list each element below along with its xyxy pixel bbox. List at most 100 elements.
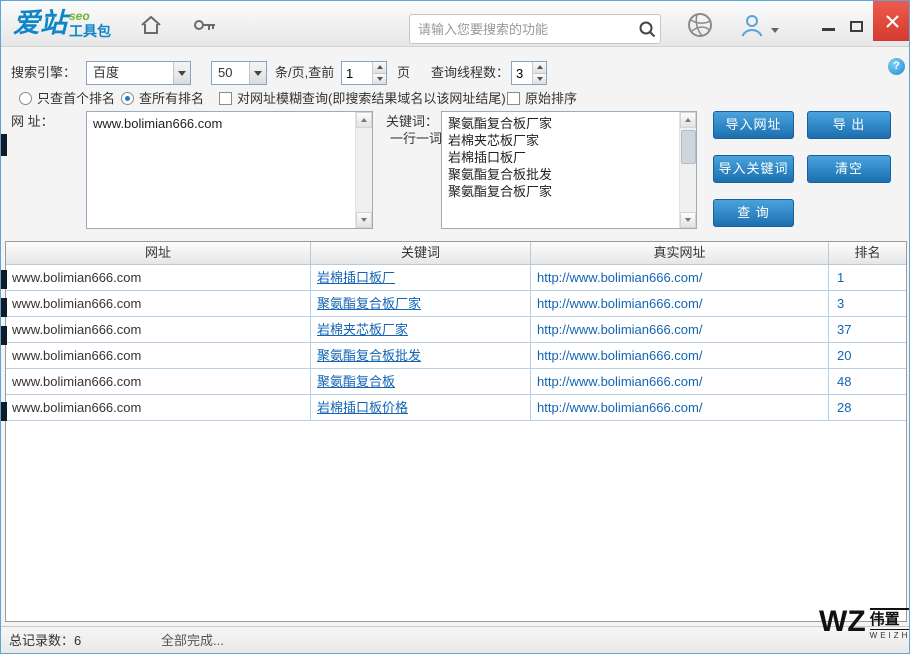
radio-all-ranks[interactable] [121,92,134,105]
threads-label: 查询线程数： [431,65,510,80]
checkbox-fuzzy-match[interactable] [219,92,232,105]
logo-text-suffix: 工具包 [69,23,111,39]
keyword-link[interactable]: 岩棉夹芯板厂家 [317,322,408,337]
real-url-link[interactable]: http://www.bolimian666.com/ [537,374,702,389]
dock-tab[interactable] [1,326,7,345]
table-row: www.bolimian666.com 岩棉夹芯板厂家 http://www.b… [6,317,906,343]
url-scrollbar[interactable] [355,112,372,228]
statusbar: 总记录数：6 全部完成... [1,626,909,653]
keyword-link[interactable]: 聚氨酯复合板厂家 [317,296,421,311]
per-page-label: 条/页,查前 [275,65,335,80]
table-row: www.bolimian666.com 聚氨酯复合板批发 http://www.… [6,343,906,369]
spin-down-icon[interactable] [533,73,546,84]
rank-cell: 1 [837,270,845,285]
url-textarea[interactable]: www.bolimian666.com [87,112,355,228]
query-button[interactable]: 查 询 [713,199,794,227]
dock-tab[interactable] [1,270,7,289]
rank-cell: 20 [837,348,852,363]
results-table: 网址 关键词 真实网址 排名 www.bolimian666.com 岩棉插口板… [5,241,907,622]
user-menu-caret-icon[interactable] [771,28,779,33]
dock-tab[interactable] [1,402,7,421]
chevron-down-icon[interactable] [173,62,190,84]
search-icon[interactable] [634,16,660,42]
keyword-label: 关键词： [386,114,439,129]
url-cell: www.bolimian666.com [6,369,311,394]
url-cell: www.bolimian666.com [6,343,311,368]
page-size-select[interactable]: 50 [211,61,267,85]
real-url-link[interactable]: http://www.bolimian666.com/ [537,270,702,285]
keywords-textarea[interactable]: 聚氨酯复合板厂家 岩棉夹芯板厂家 岩棉插口板厂 聚氨酯复合板批发 聚氨酯复合板厂… [442,112,679,228]
logo-wz-text: WZ [819,605,866,638]
home-icon[interactable] [139,14,165,38]
engine-label: 搜索引擎： [11,65,77,80]
rank-cell: 3 [837,296,845,311]
keyword-link[interactable]: 聚氨酯复合板批发 [317,348,421,363]
table-row: www.bolimian666.com 聚氨酯复合板厂家 http://www.… [6,291,906,317]
threads-stepper [511,61,547,85]
spin-up-icon[interactable] [533,62,546,74]
scrollbar-thumb[interactable] [681,130,696,164]
import-urls-button[interactable]: 导入网址 [713,111,794,139]
scroll-up-icon[interactable] [680,112,696,128]
scroll-up-icon[interactable] [356,112,372,128]
engine-selected-value: 百度 [93,65,120,80]
minimize-button[interactable] [822,28,835,31]
rank-cell: 28 [837,400,852,415]
keyword-link[interactable]: 岩棉插口板厂 [317,270,395,285]
radio-all-ranks-label: 查所有排名 [139,91,205,106]
page-size-value: 50 [218,65,233,80]
engine-select[interactable]: 百度 [86,61,191,85]
real-url-link[interactable]: http://www.bolimian666.com/ [537,400,702,415]
radio-first-rank[interactable] [19,92,32,105]
rank-cell: 37 [837,322,852,337]
threads-input[interactable] [512,62,532,84]
clear-button[interactable]: 清空 [807,155,891,183]
checkbox-original-order[interactable] [507,92,520,105]
dock-tab[interactable] [1,298,7,317]
chevron-down-icon[interactable] [249,62,266,84]
header-url: 网址 [6,242,311,264]
header-rank: 排名 [854,245,881,260]
spin-down-icon[interactable] [373,73,386,84]
export-button[interactable]: 导 出 [807,111,891,139]
scroll-down-icon[interactable] [680,212,696,228]
real-url-link[interactable]: http://www.bolimian666.com/ [537,296,702,311]
import-keywords-button[interactable]: 导入关键词 [713,155,794,183]
table-row: www.bolimian666.com 聚氨酯复合板 http://www.bo… [6,369,906,395]
checkbox-fuzzy-match-label: 对网址模糊查询(即搜索结果域名以该网址结尾) [237,91,506,106]
table-row: www.bolimian666.com 岩棉插口板价格 http://www.b… [6,395,906,421]
real-url-link[interactable]: http://www.bolimian666.com/ [537,322,702,337]
user-icon[interactable] [739,12,765,37]
page-count-stepper [341,61,387,85]
url-label: 网 址： [11,114,54,129]
keywords-scrollbar[interactable] [679,112,696,228]
spin-up-icon[interactable] [373,62,386,74]
function-search [409,14,661,44]
url-cell: www.bolimian666.com [6,291,311,316]
help-icon[interactable]: ? [888,58,905,75]
radio-first-rank-label: 只查首个排名 [37,91,116,106]
scroll-down-icon[interactable] [356,212,372,228]
page-unit-label: 页 [397,65,411,80]
page-count-input[interactable] [342,62,372,84]
url-textarea-wrap: www.bolimian666.com [86,111,373,229]
total-records-label: 总记录数：6 [9,633,82,648]
close-icon [885,14,899,28]
dock-tab[interactable] [1,134,7,156]
url-cell: www.bolimian666.com [6,317,311,342]
globe-icon[interactable] [687,12,713,37]
table-header-row: 网址 关键词 真实网址 排名 [6,242,906,265]
real-url-link[interactable]: http://www.bolimian666.com/ [537,348,702,363]
header-real-url: 真实网址 [531,242,829,264]
search-input[interactable] [410,21,634,37]
url-cell: www.bolimian666.com [6,265,311,290]
close-button[interactable] [873,1,909,41]
keyword-hint-label: 一行一词 [390,131,443,146]
app-logo: 爱站 seo 工具包 [13,8,111,39]
key-icon[interactable] [193,14,219,38]
titlebar: 爱站 seo 工具包 [1,1,909,47]
maximize-button[interactable] [850,21,863,32]
keyword-link[interactable]: 聚氨酯复合板 [317,374,395,389]
keyword-link[interactable]: 岩棉插口板价格 [317,400,408,415]
header-keyword: 关键词 [311,242,531,264]
